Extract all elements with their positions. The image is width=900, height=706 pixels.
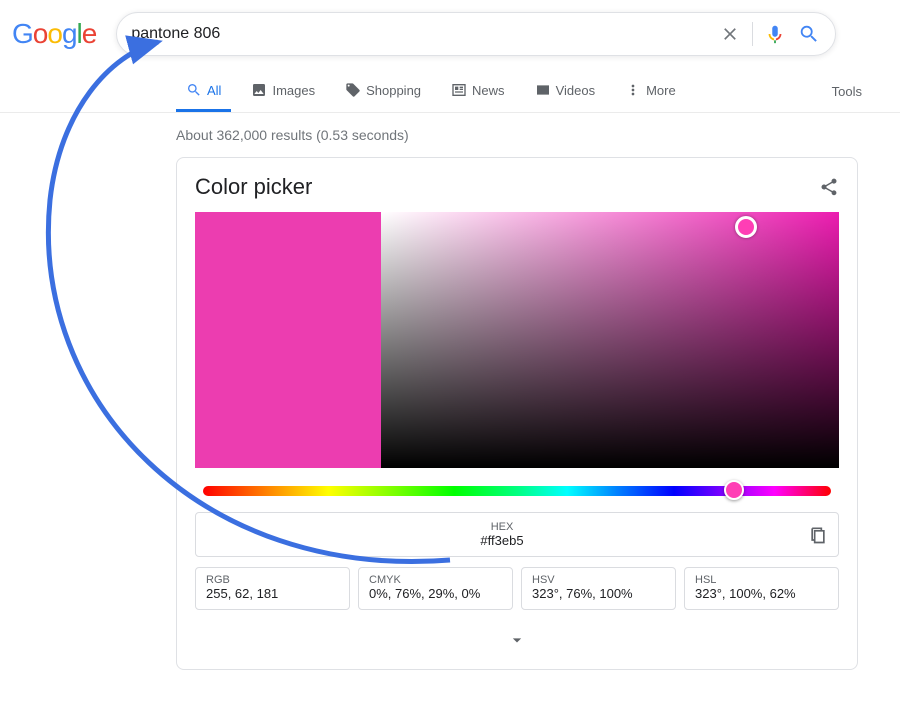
hsv-field[interactable]: HSV 323°, 76%, 100% bbox=[521, 567, 676, 610]
saturation-value-picker[interactable] bbox=[381, 212, 839, 468]
color-picker-card: Color picker HEX #ff3eb5 bbox=[176, 157, 858, 670]
value-label: HSL bbox=[695, 574, 828, 586]
tab-more[interactable]: More bbox=[615, 70, 686, 112]
hex-field[interactable]: HEX #ff3eb5 bbox=[195, 512, 839, 557]
hsl-field[interactable]: HSL 323°, 100%, 62% bbox=[684, 567, 839, 610]
tools-button[interactable]: Tools bbox=[824, 72, 870, 111]
value-text: 255, 62, 181 bbox=[206, 586, 339, 601]
card-title: Color picker bbox=[195, 174, 312, 200]
tab-all[interactable]: All bbox=[176, 70, 231, 112]
tab-label: Videos bbox=[556, 83, 596, 98]
value-label: RGB bbox=[206, 574, 339, 586]
divider bbox=[752, 22, 753, 46]
value-text: 323°, 76%, 100% bbox=[532, 586, 665, 601]
tab-label: Shopping bbox=[366, 83, 421, 98]
result-stats: About 362,000 results (0.53 seconds) bbox=[176, 127, 880, 143]
tab-news[interactable]: News bbox=[441, 70, 515, 112]
rgb-field[interactable]: RGB 255, 62, 181 bbox=[195, 567, 350, 610]
share-icon[interactable] bbox=[819, 177, 839, 197]
google-logo[interactable]: Google bbox=[12, 18, 96, 50]
value-text: 0%, 76%, 29%, 0% bbox=[369, 586, 502, 601]
search-tabs: All Images Shopping News Videos More Too… bbox=[0, 70, 900, 113]
tab-label: All bbox=[207, 83, 221, 98]
hue-slider[interactable] bbox=[203, 486, 831, 496]
tab-videos[interactable]: Videos bbox=[525, 70, 606, 112]
value-label: HSV bbox=[532, 574, 665, 586]
expand-button[interactable] bbox=[177, 622, 857, 669]
cmyk-field[interactable]: CMYK 0%, 76%, 29%, 0% bbox=[358, 567, 513, 610]
hex-label: HEX bbox=[206, 521, 798, 533]
value-label: CMYK bbox=[369, 574, 502, 586]
value-text: 323°, 100%, 62% bbox=[695, 586, 828, 601]
search-icon[interactable] bbox=[797, 22, 821, 46]
tab-images[interactable]: Images bbox=[241, 70, 325, 112]
copy-icon[interactable] bbox=[808, 525, 828, 545]
tab-label: More bbox=[646, 83, 676, 98]
clear-icon[interactable] bbox=[718, 22, 742, 46]
tab-shopping[interactable]: Shopping bbox=[335, 70, 431, 112]
color-swatch bbox=[195, 212, 381, 468]
tab-label: News bbox=[472, 83, 505, 98]
sv-handle[interactable] bbox=[735, 216, 757, 238]
tab-label: Images bbox=[272, 83, 315, 98]
microphone-icon[interactable] bbox=[763, 22, 787, 46]
search-bar[interactable] bbox=[116, 12, 836, 56]
search-input[interactable] bbox=[131, 25, 708, 43]
hue-handle[interactable] bbox=[724, 480, 744, 500]
hex-value: #ff3eb5 bbox=[206, 533, 798, 548]
